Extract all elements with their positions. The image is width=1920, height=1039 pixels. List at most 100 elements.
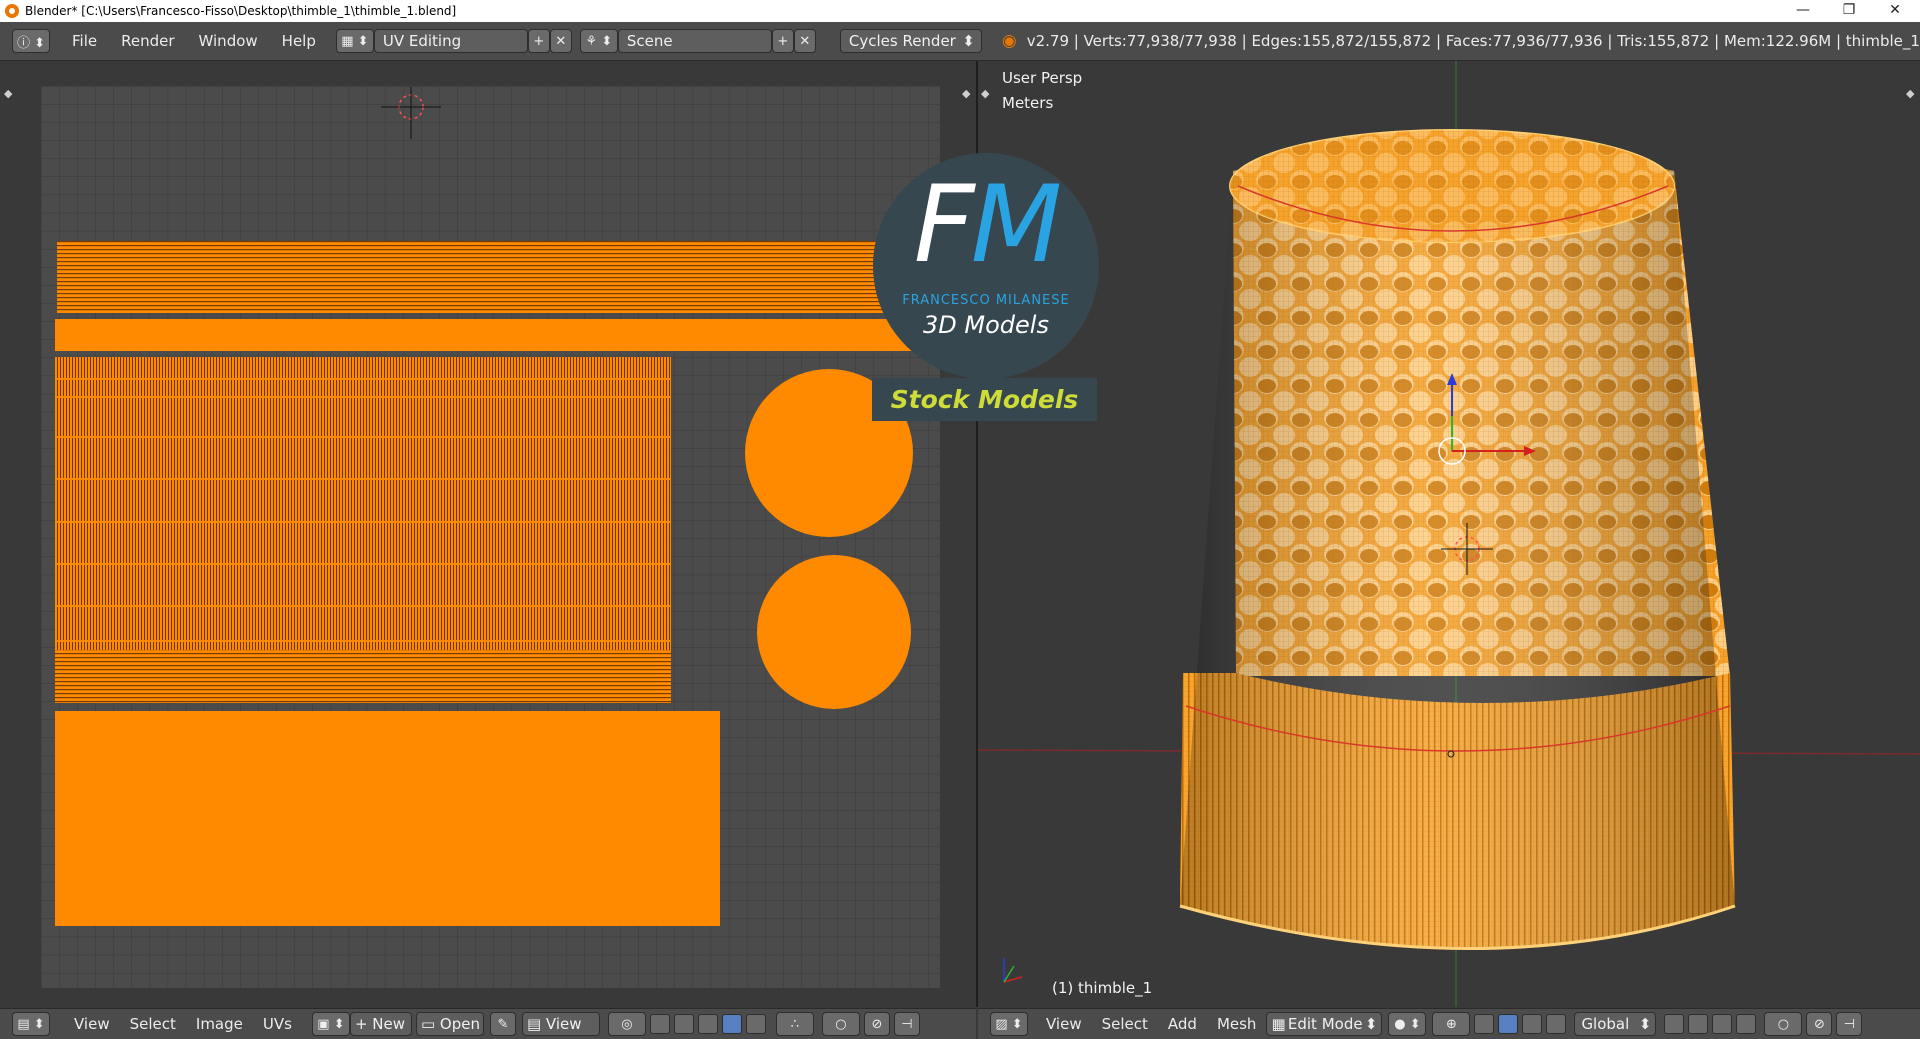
remove-layout-button[interactable]: ✕ (549, 29, 572, 53)
sticky-select-icon[interactable]: ∴ (775, 1012, 814, 1036)
menu-window[interactable]: Window (187, 32, 270, 50)
3d-viewport[interactable]: ◆ ◆ User Persp Meters (1) thimble_1 (978, 61, 1920, 1007)
sync-selection-icon[interactable] (649, 1014, 670, 1034)
logo-letter-f: F (913, 163, 975, 286)
render-engine-selector[interactable]: Cycles Render ⬍ (839, 29, 982, 53)
watermark-logo: FM FRANCESCO MILANESE 3D Models (873, 153, 1099, 379)
blender-app-icon (5, 4, 19, 18)
blender-icon: ◉ (1001, 31, 1017, 51)
chevron-updown-icon: ⬍ (962, 32, 975, 50)
snap-3d-icon[interactable]: ⊘ (1806, 1012, 1833, 1036)
scene-name: Scene (626, 32, 673, 50)
chevron-updown-icon: ⬍ (1364, 1015, 1378, 1033)
menu-render[interactable]: Render (109, 32, 186, 50)
sphere-icon[interactable]: ● ⬍ (1388, 1012, 1427, 1036)
folder-icon: ▭ (420, 1015, 436, 1033)
menu-file[interactable]: File (60, 32, 109, 50)
snap-icon[interactable]: ⊘ (863, 1012, 890, 1036)
stock-models-banner: Stock Models (872, 378, 1097, 421)
orientation-label: Global (1581, 1015, 1630, 1033)
proportional-edit-3d-icon[interactable]: ○ (1764, 1012, 1803, 1036)
maximize-button[interactable]: ❐ (1826, 0, 1872, 22)
face-select-mode-icon[interactable] (721, 1014, 742, 1034)
scene-icon[interactable]: ⚘ ⬍ (579, 29, 618, 53)
pin-icon[interactable]: ✎ (489, 1012, 516, 1036)
scene-selector[interactable]: Scene (617, 29, 772, 53)
menu-help[interactable]: Help (270, 32, 328, 50)
uv-menu-uvs[interactable]: UVs (253, 1015, 302, 1033)
chevron-updown-icon: ⬍ (1638, 1015, 1652, 1033)
logo-initials: FM (873, 172, 1099, 278)
region-toggle-left-icon[interactable]: ◆ (4, 87, 13, 100)
remove-scene-button[interactable]: ✕ (793, 29, 816, 53)
region-toggle-left-icon[interactable]: ◆ (981, 87, 990, 100)
face-select-icon[interactable] (1712, 1014, 1733, 1034)
pivot-point-icon[interactable]: ⊕ (1432, 1012, 1471, 1036)
view-perspective-label: User Persp (1002, 69, 1083, 87)
edge-select-icon[interactable] (1688, 1014, 1709, 1034)
3d-menu-view[interactable]: View (1036, 1015, 1092, 1033)
uv-island-band (55, 319, 913, 351)
window-titlebar: Blender* [C:\Users\Francesco-Fisso\Deskt… (0, 0, 1920, 22)
new-image-button[interactable]: + New (349, 1012, 412, 1036)
image-icon[interactable]: ▣ ⬍ (311, 1012, 350, 1036)
uv-island-inner-cap (757, 555, 911, 709)
island-select-mode-icon[interactable] (745, 1014, 766, 1034)
active-object-label: (1) thimble_1 (1052, 979, 1153, 997)
edit-mode-icon: ▦ (1271, 1015, 1286, 1033)
edge-select-mode-icon[interactable] (697, 1014, 718, 1034)
editor-type-icon[interactable]: ▤ ⬍ (12, 1012, 50, 1036)
proportional-edit-icon[interactable]: ○ (821, 1012, 860, 1036)
logo-author-name: FRANCESCO MILANESE (902, 293, 1070, 308)
uv-menu-image[interactable]: Image (186, 1015, 253, 1033)
region-toggle-right-icon[interactable]: ◆ (962, 87, 971, 100)
info-icon[interactable]: ⓘ ⬍ (12, 29, 50, 53)
uv-menu-select[interactable]: Select (120, 1015, 186, 1033)
pivot-icon[interactable]: ◎ (607, 1012, 646, 1036)
plus-icon: + (354, 1015, 368, 1033)
translate-icon[interactable] (1498, 1014, 1519, 1034)
scene-statistics: v2.79 | Verts:77,938/77,938 | Edges:155,… (1026, 32, 1920, 50)
add-layout-button[interactable]: + (527, 29, 550, 53)
viewport-canvas[interactable]: ◆ ◆ (978, 61, 1920, 1007)
uv-menu-view[interactable]: View (64, 1015, 120, 1033)
uv-image-editor[interactable]: ◆ ◆ (0, 61, 978, 1007)
scale-icon[interactable] (1546, 1014, 1567, 1034)
manipulator-toggle-icon[interactable] (1474, 1014, 1495, 1034)
3d-view-header: ▨ ⬍ View Select Add Mesh ▦ Edit Mode ⬍ ● ⬍… (978, 1008, 1920, 1039)
thimble-mesh[interactable] (1179, 129, 1736, 950)
snap-element-icon[interactable]: ⊣ (1836, 1012, 1863, 1036)
window-title: Blender* [C:\Users\Francesco-Fisso\Deskt… (25, 4, 457, 18)
uv-island-top-strip (57, 241, 897, 313)
snap-target-icon[interactable]: ⊣ (893, 1012, 920, 1036)
new-image-label: New (372, 1015, 406, 1033)
orientation-selector[interactable]: Global ⬍ (1574, 1012, 1657, 1036)
close-button[interactable]: ✕ (1872, 0, 1918, 22)
mode-label: Edit Mode (1287, 1015, 1363, 1033)
region-toggle-right-icon[interactable]: ◆ (1906, 87, 1915, 100)
layout-icon[interactable]: ▦ ⬍ (335, 29, 374, 53)
editor-type-3d-icon[interactable]: ▨ ⬍ (990, 1012, 1028, 1036)
logo-subtitle: 3D Models (923, 311, 1049, 339)
3d-menu-select[interactable]: Select (1092, 1015, 1158, 1033)
occlude-geometry-icon[interactable] (1736, 1014, 1757, 1034)
view-units-label: Meters (1002, 94, 1054, 112)
render-engine-name: Cycles Render (848, 32, 956, 50)
uv-editor-header: ▤ ⬍ View Select Image UVs ▣ ⬍ + New ▭ Op… (0, 1008, 976, 1039)
vertex-select-icon[interactable] (1664, 1014, 1685, 1034)
open-image-button[interactable]: ▭ Open (415, 1012, 484, 1036)
mode-selector[interactable]: ▦ Edit Mode ⬍ (1266, 1012, 1383, 1036)
3d-menu-mesh[interactable]: Mesh (1207, 1015, 1267, 1033)
logo-letter-m: M (970, 163, 1062, 286)
add-scene-button[interactable]: + (771, 29, 794, 53)
uv-canvas[interactable]: ◆ ◆ (0, 61, 976, 1007)
rotate-icon[interactable] (1522, 1014, 1543, 1034)
vertex-select-mode-icon[interactable] (673, 1014, 694, 1034)
minimize-button[interactable]: — (1780, 0, 1826, 22)
view-mode-selector[interactable]: ▤ View (521, 1012, 600, 1036)
info-header: ⓘ ⬍ File Render Window Help ▦ ⬍ UV Editi… (0, 22, 1920, 61)
uv-island-bottom-band (55, 711, 720, 926)
layout-selector[interactable]: UV Editing (373, 29, 528, 53)
uv-island-rim-strip (55, 650, 671, 703)
3d-menu-add[interactable]: Add (1158, 1015, 1207, 1033)
